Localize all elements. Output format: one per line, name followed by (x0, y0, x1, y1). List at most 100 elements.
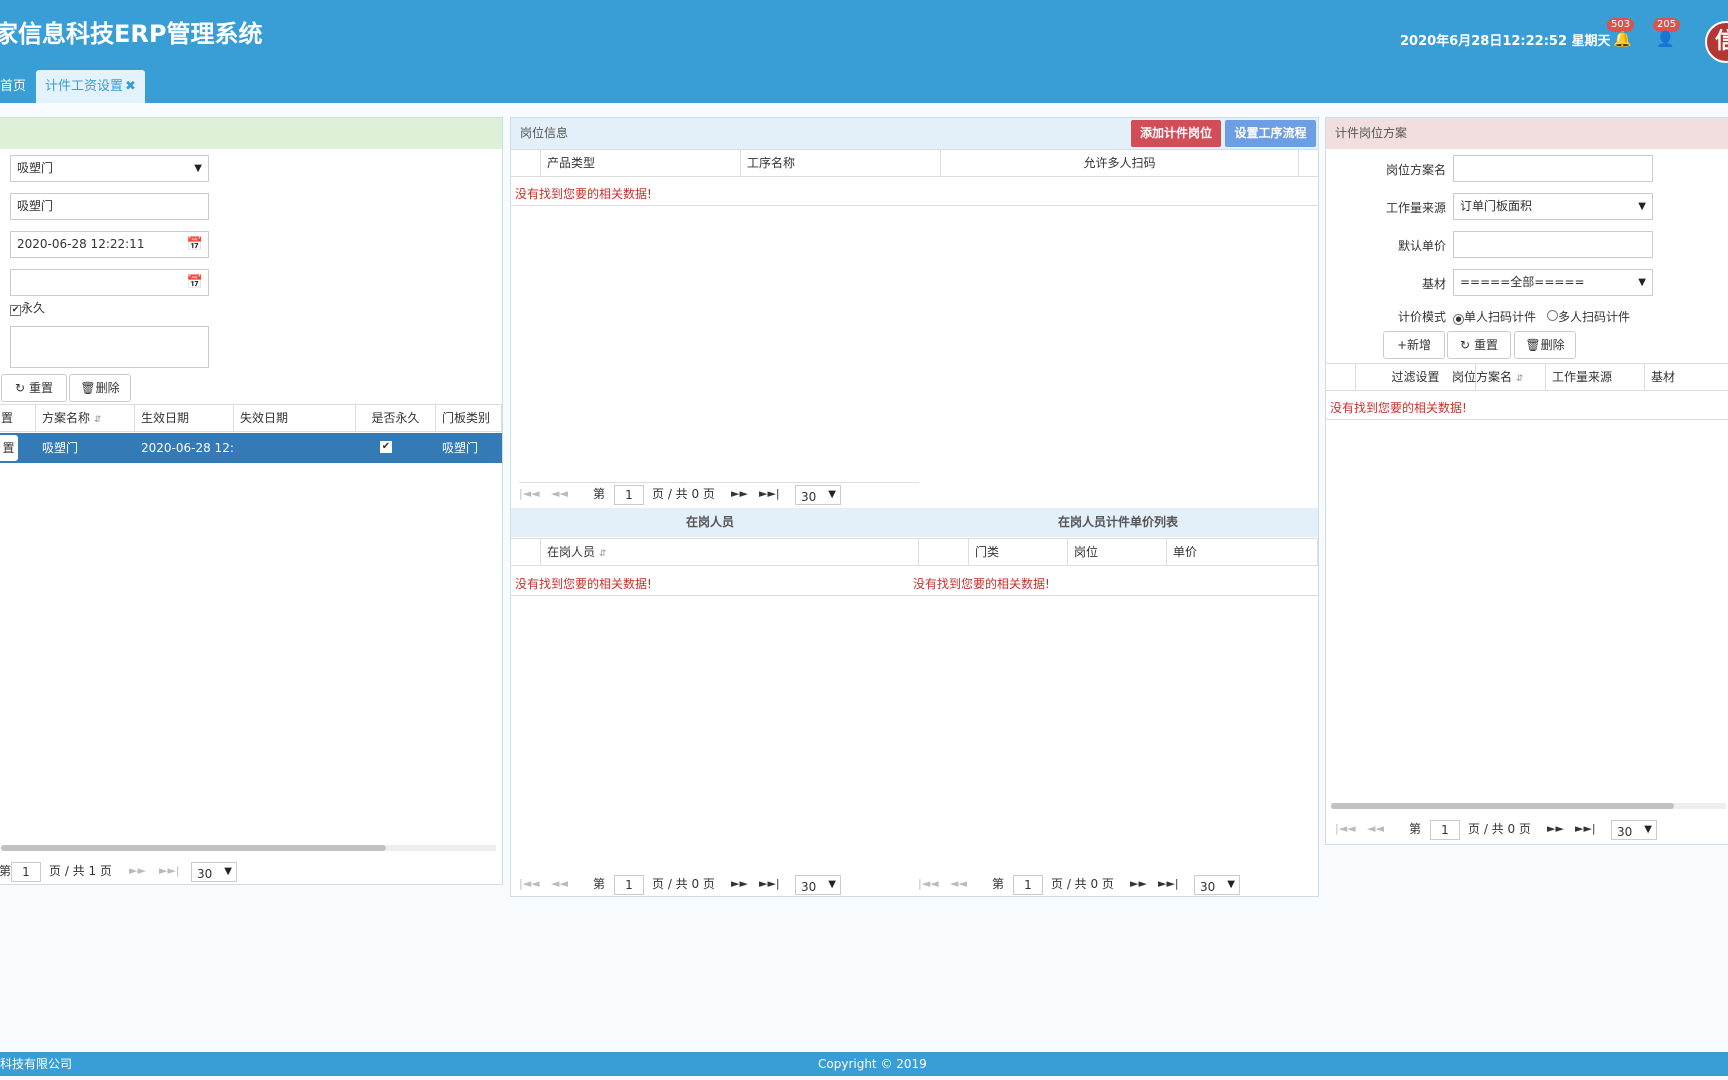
next-page-icon[interactable]: ►► (1130, 873, 1147, 895)
set-process-flow-button[interactable]: 设置工序流程 (1225, 120, 1316, 147)
table-row[interactable]: 置 吸塑门 2020-06-28 12: ✔ 吸塑门 (0, 433, 502, 463)
prev-page-icon[interactable]: ◄◄ (551, 483, 568, 505)
column-header-select (1326, 364, 1356, 390)
sort-icon: ⇵ (93, 415, 102, 425)
price-pager: |◄◄ ◄◄ 第 1 页 / 共 0 页 ►► ►►| 30 ▼ (918, 873, 1298, 899)
tab-piecework-salary[interactable]: 计件工资设置 ✖ (36, 70, 145, 103)
expiry-date-input[interactable]: 📅 (10, 269, 209, 296)
cell-permanent-checkbox[interactable]: ✔ (380, 441, 392, 453)
scrollbar-thumb[interactable] (1, 845, 386, 851)
cell-door-type: 吸塑门 (442, 441, 479, 455)
permanent-checkbox[interactable]: ✔ (10, 305, 21, 316)
last-page-icon[interactable]: ►►| (1158, 873, 1179, 895)
reset-button[interactable]: ↻ 重置 (1, 374, 67, 402)
next-page-icon[interactable]: ►► (1547, 818, 1564, 840)
default-price-input[interactable] (1453, 231, 1653, 258)
last-page-icon[interactable]: ►►| (159, 860, 180, 882)
first-page-icon[interactable]: |◄◄ (1335, 818, 1356, 840)
radio-icon[interactable] (1547, 310, 1558, 321)
page-size-select[interactable]: 30 ▼ (1194, 875, 1240, 895)
pager-prefix: 第 (0, 864, 12, 878)
close-icon[interactable]: ✖ (125, 79, 136, 94)
permanent-checkbox-row[interactable]: ✔ 永久 (10, 299, 45, 316)
delete-button[interactable]: 🗑删除 (1514, 331, 1576, 359)
last-page-icon[interactable]: ►►| (1575, 818, 1596, 840)
reset-button[interactable]: ↻ 重置 (1447, 331, 1511, 359)
last-page-icon[interactable]: ►►| (759, 873, 780, 895)
first-page-icon[interactable]: |◄◄ (519, 873, 540, 895)
substrate-select[interactable]: =====全部===== ▼ (1453, 269, 1653, 296)
column-header: 门类 (969, 539, 1068, 565)
first-page-icon[interactable]: |◄◄ (918, 873, 939, 895)
next-page-icon[interactable]: ►► (731, 483, 748, 505)
pager-total: 页 / 共 0 页 (652, 487, 715, 501)
remark-textarea[interactable] (10, 326, 209, 368)
chevron-down-icon: ▼ (1644, 824, 1652, 835)
chevron-down-icon: ▼ (1638, 201, 1646, 212)
bell-icon[interactable]: 🔔 (1613, 30, 1632, 48)
panel-title: 岗位信息 (520, 126, 569, 140)
prev-page-icon[interactable]: ◄◄ (950, 873, 967, 895)
horizontal-scrollbar[interactable] (1, 845, 496, 851)
scheme-name-input[interactable] (1453, 155, 1653, 182)
trash-icon: 🗑 (1525, 338, 1541, 352)
page-input[interactable]: 1 (614, 875, 644, 895)
pricing-mode-multi[interactable]: 多人扫码计件 (1547, 308, 1630, 325)
pager-total: 页 / 共 1 页 (49, 864, 112, 878)
column-header: 工序名称 (741, 150, 941, 176)
scheme-pager: |◄◄ ◄◄ 第 1 页 / 共 0 页 ►► ►►| 30 ▼ (1335, 818, 1715, 844)
calendar-icon[interactable]: 📅 (187, 232, 203, 257)
panel-title: 计件岗位方案 (1335, 126, 1408, 140)
page-size-select[interactable]: 30 ▼ (795, 485, 841, 505)
page-input[interactable]: 1 (11, 862, 41, 882)
column-header: 是否永久 (356, 405, 436, 431)
add-button[interactable]: +新增 (1383, 331, 1445, 359)
door-type-select[interactable]: 吸塑门 ▼ (10, 155, 209, 182)
column-header-scheme-name[interactable]: 岗位方案名 ⇵ (1446, 364, 1546, 390)
user-icon[interactable]: 👤 (1656, 30, 1675, 48)
tab-home[interactable]: 首页 (0, 70, 36, 103)
first-page-icon[interactable]: |◄◄ (519, 483, 540, 505)
column-header-staff[interactable]: 在岗人员 ⇵ (541, 539, 919, 565)
scrollbar-thumb[interactable] (1331, 803, 1674, 809)
column-header: 岗位 (1068, 539, 1167, 565)
next-page-icon[interactable]: ►► (731, 873, 748, 895)
prev-page-icon[interactable]: ◄◄ (1367, 818, 1384, 840)
last-page-icon[interactable]: ►►| (759, 483, 780, 505)
next-page-icon[interactable]: ►► (129, 860, 146, 882)
cell-effective-date: 2020-06-28 12: (141, 441, 234, 455)
plan-name-input[interactable]: 吸塑门 (10, 193, 209, 220)
page-input[interactable]: 1 (1013, 875, 1043, 895)
row-action-button[interactable]: 置 (0, 435, 18, 461)
footer-copyright: Copyright © 2019 (818, 1057, 927, 1071)
page-input[interactable]: 1 (1430, 820, 1460, 840)
staff-table-header: 在岗人员 ⇵ 门类 岗位 单价 (511, 538, 1318, 566)
column-header-plan-name[interactable]: 方案名称 ⇵ (36, 405, 135, 431)
page-size-select[interactable]: 30 ▼ (191, 862, 237, 882)
delete-button[interactable]: 🗑删除 (69, 374, 131, 402)
refresh-icon: ↻ (15, 381, 26, 395)
prev-page-icon[interactable]: ◄◄ (551, 873, 568, 895)
sort-icon: ⇵ (1515, 374, 1524, 384)
post-table-header: 产品类型 工序名称 允许多人扫码 (511, 149, 1318, 177)
pricing-mode-single[interactable]: ● 单人扫码计件 (1453, 308, 1536, 325)
page-size-select[interactable]: 30 ▼ (795, 875, 841, 895)
avatar[interactable]: 信 (1705, 21, 1728, 63)
pager-total: 页 / 共 0 页 (1468, 822, 1531, 836)
effective-date-input[interactable]: 2020-06-28 12:22:11 📅 (10, 231, 209, 258)
plan-panel-header (0, 118, 502, 149)
radio-selected-icon[interactable]: ● (1453, 314, 1464, 325)
page-size-select[interactable]: 30 ▼ (1611, 820, 1657, 840)
column-header: 生效日期 (135, 405, 234, 431)
plan-pager: 第 1 页 / 共 1 页 ►► ►►| 30 ▼ (0, 860, 479, 886)
post-info-panel: 岗位信息 添加计件岗位 设置工序流程 产品类型 工序名称 允许多人扫码 没有找到… (510, 117, 1319, 897)
horizontal-scrollbar[interactable] (1331, 803, 1726, 809)
chevron-down-icon: ▼ (224, 866, 232, 877)
column-header: 失效日期 (234, 405, 356, 431)
staff-title: 在岗人员 (686, 515, 735, 529)
calendar-icon[interactable]: 📅 (187, 270, 203, 295)
add-post-button[interactable]: 添加计件岗位 (1131, 120, 1221, 147)
column-header: 置 (0, 405, 36, 431)
workload-source-select[interactable]: 订单门板面积 ▼ (1453, 193, 1653, 220)
page-input[interactable]: 1 (614, 485, 644, 505)
